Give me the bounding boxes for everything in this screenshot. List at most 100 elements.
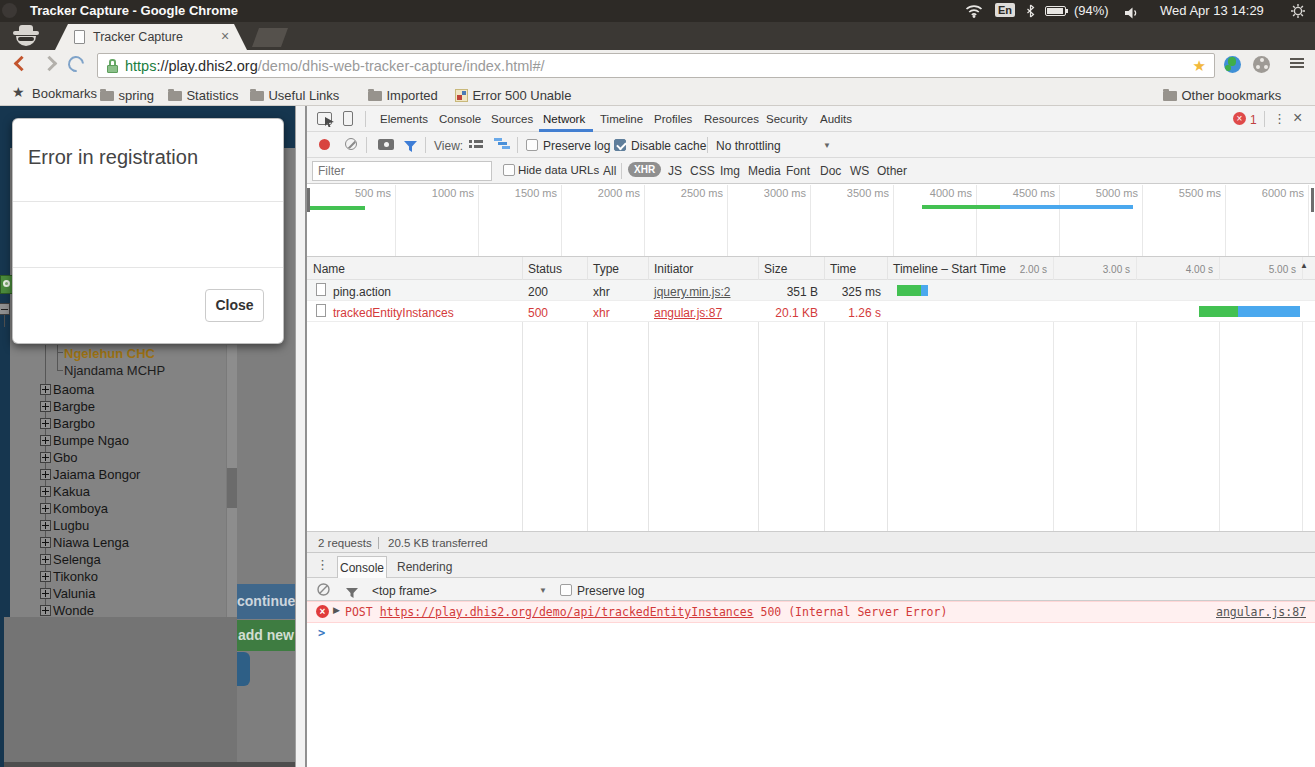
tab-sources[interactable]: Sources: [491, 113, 533, 125]
col-time[interactable]: Time: [830, 262, 856, 276]
console-prompt-chevron[interactable]: >: [318, 626, 325, 640]
drawer-menu-icon[interactable]: ⋮: [316, 557, 329, 572]
expand-icon[interactable]: [40, 554, 51, 565]
bookmarks-label[interactable]: Bookmarks: [32, 86, 97, 101]
tab-network[interactable]: Network: [543, 113, 585, 125]
error-url-link[interactable]: https://play.dhis2.org/demo/api/trackedE…: [380, 605, 754, 619]
disable-cache-label[interactable]: Disable cache: [631, 139, 706, 153]
disable-cache-checkbox[interactable]: [614, 139, 626, 151]
expand-icon[interactable]: [40, 486, 51, 497]
continue-button[interactable]: continue: [237, 584, 295, 619]
extension-icon[interactable]: [1253, 56, 1270, 73]
devtools-menu-icon[interactable]: ⋮: [1273, 111, 1286, 126]
drawer-tab-rendering[interactable]: Rendering: [397, 560, 452, 574]
hidden-button-fragment[interactable]: [237, 652, 250, 686]
keyboard-layout-indicator[interactable]: En: [995, 3, 1015, 17]
console-filter-icon[interactable]: [346, 584, 358, 602]
console-clear-icon[interactable]: [317, 582, 330, 595]
battery-icon[interactable]: [1045, 6, 1066, 16]
volume-icon[interactable]: [1125, 5, 1140, 23]
filter-icon[interactable]: [404, 138, 417, 156]
preserve-log-checkbox[interactable]: [526, 139, 538, 151]
expand-icon[interactable]: [40, 571, 51, 582]
filter-type-ws[interactable]: WS: [850, 164, 869, 178]
filter-type-xhr[interactable]: XHR: [628, 162, 661, 177]
tab-elements[interactable]: Elements: [380, 113, 428, 125]
frame-selector[interactable]: <top frame>: [372, 584, 437, 598]
expand-icon[interactable]: [40, 418, 51, 429]
bluetooth-icon[interactable]: [1026, 4, 1035, 22]
tab-profiles[interactable]: Profiles: [654, 113, 692, 125]
throttling-select[interactable]: No throttling: [716, 139, 781, 153]
console-preserve-log-checkbox[interactable]: [560, 584, 572, 596]
tree-item[interactable]: Njandama MCHP: [64, 363, 165, 378]
error-count-icon[interactable]: ×: [1233, 112, 1246, 125]
bookmark-error-500[interactable]: Error 500 Unable: [455, 86, 571, 104]
console-preserve-log-label[interactable]: Preserve log: [577, 584, 644, 598]
app-menu-dot[interactable]: [2, 3, 17, 18]
bookmark-folder-imported[interactable]: Imported: [368, 86, 438, 104]
record-icon[interactable]: [319, 139, 330, 150]
gear-icon[interactable]: [1291, 4, 1305, 22]
devtools-close-icon[interactable]: ×: [1293, 109, 1302, 127]
view-list-icon[interactable]: [469, 139, 483, 151]
col-status[interactable]: Status: [528, 262, 562, 276]
omnibox[interactable]: https://play.dhis2.org/demo/dhis-web-tra…: [97, 53, 1215, 78]
tree-scrollbar-thumb[interactable]: [227, 468, 237, 508]
filter-type-doc[interactable]: Doc: [820, 164, 841, 178]
filter-type-media[interactable]: Media: [748, 164, 781, 178]
filter-input[interactable]: [312, 161, 492, 181]
expand-icon[interactable]: [40, 537, 51, 548]
tab-resources[interactable]: Resources: [704, 113, 759, 125]
frame-dropdown-icon[interactable]: ▼: [539, 586, 547, 595]
tab-security[interactable]: Security: [766, 113, 808, 125]
clock[interactable]: Wed Apr 13 14:29: [1160, 3, 1264, 18]
bookmark-folder-useful-links[interactable]: Useful Links: [250, 86, 339, 104]
tree-item[interactable]: Niawa Lenga: [53, 535, 129, 550]
col-size[interactable]: Size: [764, 262, 787, 276]
bookmark-star-icon[interactable]: ★: [1193, 57, 1206, 75]
other-bookmarks[interactable]: Other bookmarks: [1163, 86, 1281, 104]
expand-icon[interactable]: [40, 452, 51, 463]
tree-item[interactable]: Jaiama Bongor: [53, 467, 140, 482]
tab-timeline[interactable]: Timeline: [600, 113, 643, 125]
browser-tab[interactable]: Tracker Capture ×: [55, 24, 247, 50]
screenshot-icon[interactable]: [378, 139, 394, 150]
filter-type-img[interactable]: Img: [720, 164, 740, 178]
col-timeline[interactable]: Timeline – Start Time: [893, 262, 1006, 276]
wifi-icon[interactable]: [965, 4, 983, 22]
expand-icon[interactable]: [40, 384, 51, 395]
expand-icon[interactable]: [40, 503, 51, 514]
menu-icon[interactable]: [1290, 58, 1304, 68]
tree-item-selected[interactable]: Ngelehun CHC: [64, 346, 155, 361]
filter-type-font[interactable]: Font: [786, 164, 810, 178]
tree-item[interactable]: Komboya: [53, 501, 108, 516]
filter-type-js[interactable]: JS: [668, 164, 682, 178]
view-waterfall-icon[interactable]: [494, 138, 510, 150]
cell-name[interactable]: ping.action: [333, 285, 391, 299]
tree-item[interactable]: Bumpe Ngao: [53, 433, 129, 448]
tree-item[interactable]: Wonde: [53, 603, 94, 618]
filter-type-all[interactable]: All: [603, 164, 616, 178]
overview-handle-right[interactable]: [1311, 188, 1314, 212]
bookmark-folder-statistics[interactable]: Statistics: [168, 86, 238, 104]
bookmark-folder-spring[interactable]: spring: [100, 86, 154, 104]
hide-data-urls-checkbox[interactable]: [503, 164, 515, 176]
page-scrollbar[interactable]: [295, 106, 306, 767]
tree-item[interactable]: Bargbo: [53, 416, 95, 431]
col-initiator[interactable]: Initiator: [654, 262, 693, 276]
cell-initiator-link[interactable]: jquery.min.js:2: [654, 285, 730, 299]
tab-audits[interactable]: Audits: [820, 113, 852, 125]
throttling-dropdown-icon[interactable]: ▼: [823, 141, 831, 150]
lock-icon[interactable]: [107, 59, 118, 73]
tree-item[interactable]: Lugbu: [53, 518, 89, 533]
tree-item[interactable]: Valunia: [53, 586, 95, 601]
expand-icon[interactable]: [40, 605, 51, 616]
col-name[interactable]: Name: [313, 262, 345, 276]
tree-item[interactable]: Bargbe: [53, 399, 95, 414]
tree-item[interactable]: Tikonko: [53, 569, 98, 584]
expand-icon[interactable]: [40, 401, 51, 412]
preserve-log-label[interactable]: Preserve log: [543, 139, 610, 153]
inspect-element-icon[interactable]: [317, 112, 332, 125]
console-error-message[interactable]: POST https://play.dhis2.org/demo/api/tra…: [345, 605, 947, 619]
